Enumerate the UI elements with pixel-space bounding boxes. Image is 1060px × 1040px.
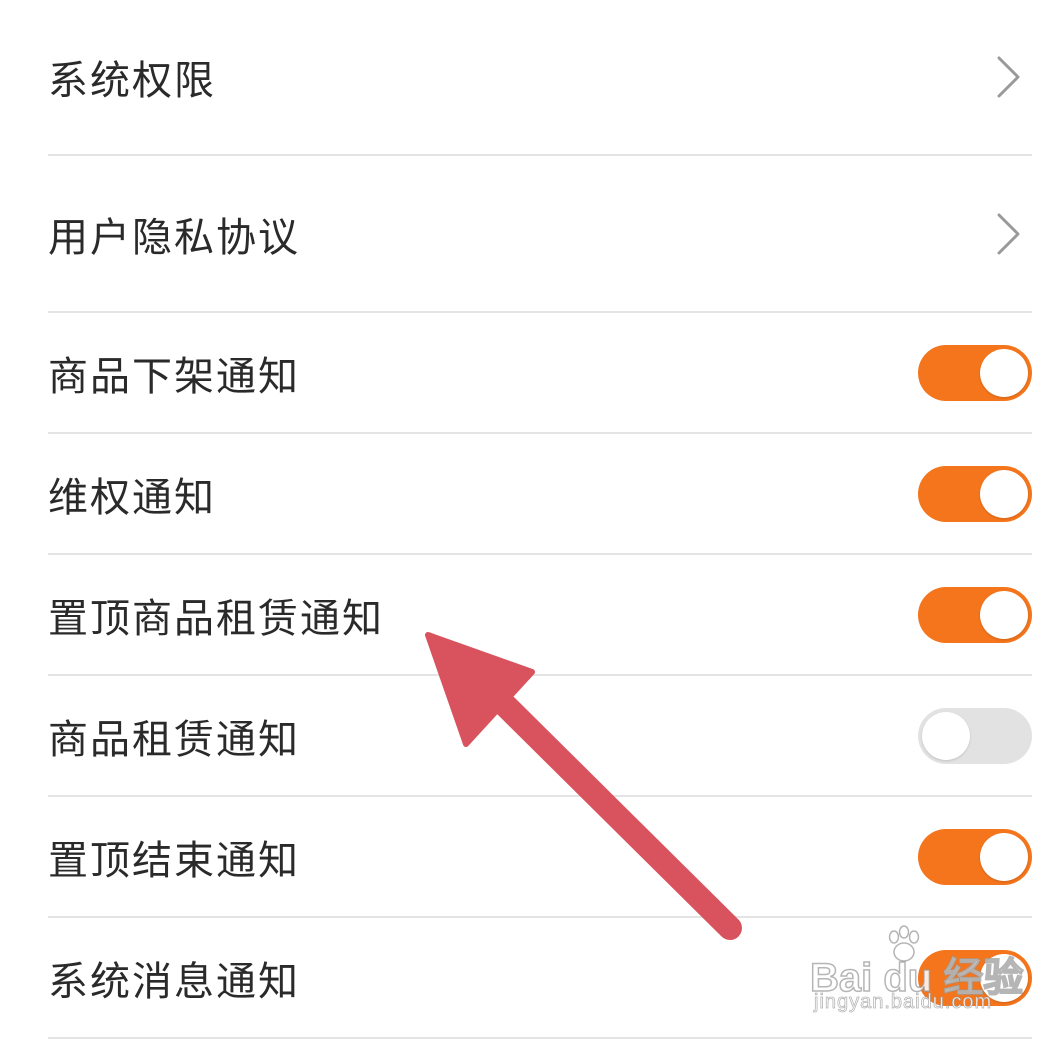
setting-row-rights-notice: 维权通知 (48, 434, 1032, 555)
pinned-rental-notice-toggle[interactable] (918, 586, 1032, 643)
toggle-knob (922, 711, 970, 760)
setting-label-pin-end-notice: 置顶结束通知 (48, 837, 300, 884)
toggle-knob (980, 348, 1028, 397)
toggle-knob (980, 590, 1028, 639)
setting-row-rental-notice: 商品租赁通知 (48, 676, 1032, 797)
chevron-right-icon[interactable] (996, 212, 1022, 256)
setting-row-privacy-agreement[interactable]: 用户隐私协议 (48, 156, 1032, 313)
setting-row-pinned-rental-notice: 置顶商品租赁通知 (48, 555, 1032, 676)
rental-notice-toggle[interactable] (918, 707, 1032, 764)
setting-label-rights-notice: 维权通知 (48, 474, 216, 521)
toggle-knob (980, 469, 1028, 518)
settings-list: 系统权限 用户隐私协议 商品下架通知 维权通知 置顶商品租赁通知 商品租赁通知 (0, 0, 1060, 1039)
product-delist-notice-toggle[interactable] (918, 344, 1032, 401)
setting-row-system-message-notice: 系统消息通知 (48, 918, 1032, 1039)
system-message-notice-toggle[interactable] (918, 949, 1032, 1006)
setting-label-pinned-rental-notice: 置顶商品租赁通知 (48, 595, 384, 642)
chevron-right-icon[interactable] (996, 55, 1022, 99)
setting-row-pin-end-notice: 置顶结束通知 (48, 797, 1032, 918)
setting-label-rental-notice: 商品租赁通知 (48, 716, 300, 763)
setting-label-product-delist-notice: 商品下架通知 (48, 353, 300, 400)
setting-label-system-permissions: 系统权限 (48, 58, 216, 104)
toggle-knob (980, 953, 1028, 1002)
setting-row-system-permissions[interactable]: 系统权限 (48, 0, 1032, 156)
toggle-knob (980, 832, 1028, 881)
setting-label-system-message-notice: 系统消息通知 (48, 958, 300, 1005)
pin-end-notice-toggle[interactable] (918, 828, 1032, 885)
setting-label-privacy-agreement: 用户隐私协议 (48, 214, 300, 261)
setting-row-product-delist-notice: 商品下架通知 (48, 313, 1032, 434)
rights-notice-toggle[interactable] (918, 465, 1032, 522)
